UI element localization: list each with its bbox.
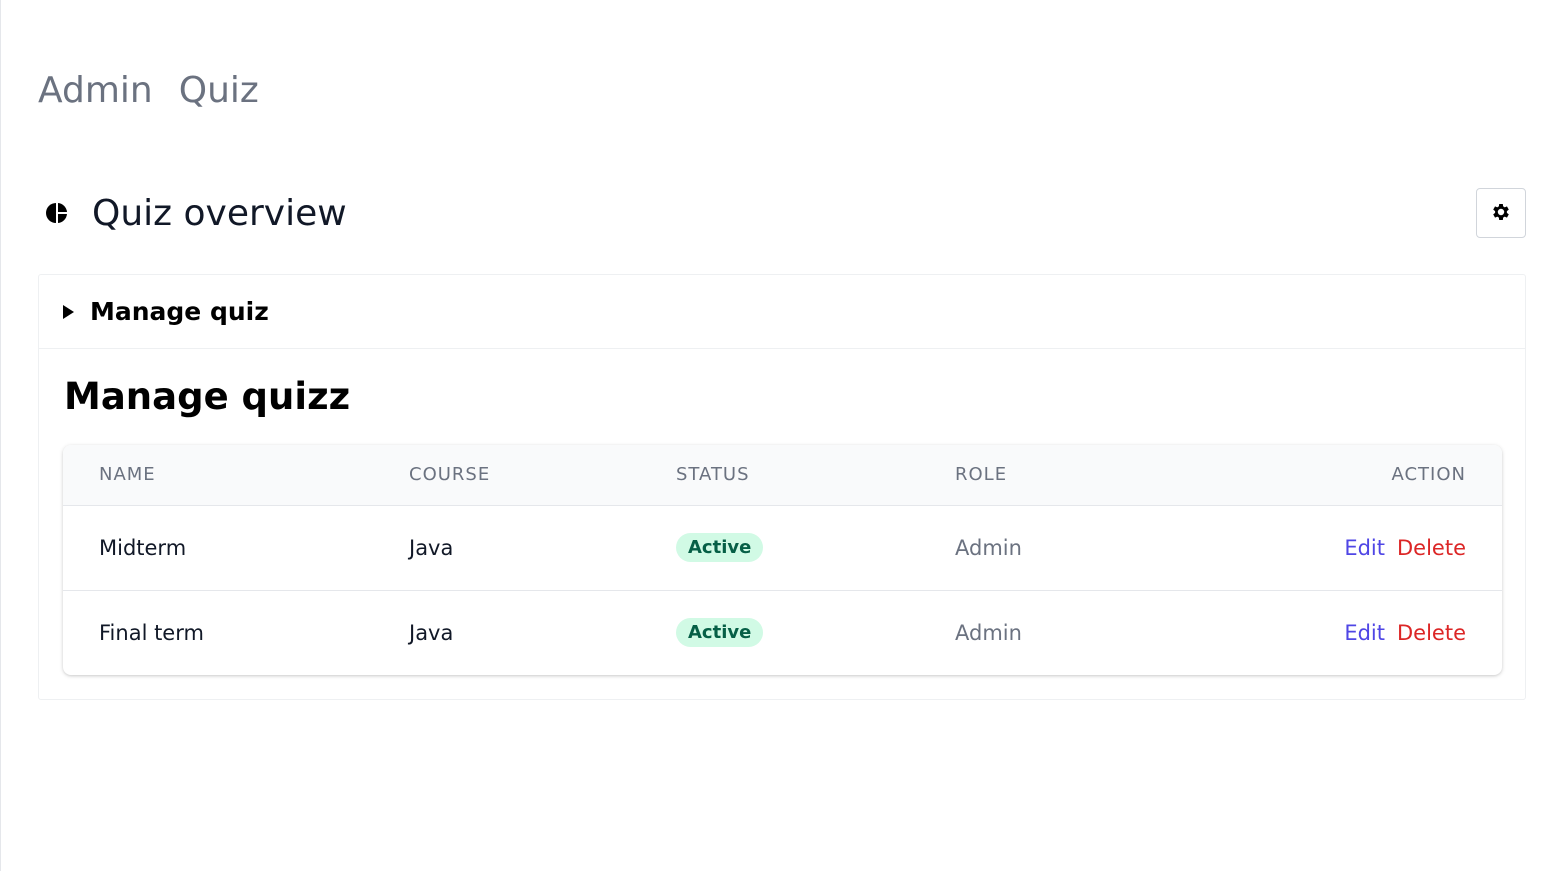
- edit-link[interactable]: Edit: [1344, 621, 1385, 645]
- quiz-name: Midterm: [99, 535, 187, 560]
- page: Admin Quiz Quiz overview Manage quiz Man…: [0, 0, 1561, 871]
- manage-quiz-toggle-label: Manage quiz: [90, 297, 269, 326]
- settings-button[interactable]: [1476, 188, 1526, 238]
- breadcrumb: Admin Quiz: [38, 70, 259, 111]
- column-header-name: NAME: [99, 464, 156, 486]
- status-badge: Active: [676, 618, 764, 648]
- quiz-role: Admin: [955, 535, 1022, 560]
- quiz-actions: Edit Delete: [1255, 590, 1502, 675]
- column-header-action: ACTION: [1391, 464, 1466, 486]
- quiz-table: NAME COURSE STATUS ROLE ACTION Midterm J…: [63, 445, 1502, 675]
- gear-icon: [1490, 201, 1512, 226]
- section-title: Manage quizz: [64, 375, 351, 418]
- column-header-role: ROLE: [955, 464, 1008, 486]
- manage-quiz-card: Manage quiz Manage quizz NAME COURSE STA…: [38, 274, 1526, 700]
- column-header-course: COURSE: [409, 464, 491, 486]
- breadcrumb-item-quiz[interactable]: Quiz: [179, 70, 259, 111]
- quiz-role: Admin: [955, 620, 1022, 645]
- quiz-status-cell: Active: [676, 590, 955, 675]
- page-header: Quiz overview: [38, 188, 1526, 238]
- pie-chart-icon: [38, 195, 74, 231]
- column-header-status: STATUS: [676, 464, 750, 486]
- table-row: Final term Java Active Admin Edit Delete: [63, 590, 1502, 675]
- caret-right-icon: [63, 304, 74, 319]
- quiz-course: Java: [409, 535, 454, 560]
- quiz-course: Java: [409, 620, 454, 645]
- quiz-status-cell: Active: [676, 505, 955, 590]
- status-badge: Active: [676, 533, 764, 562]
- quiz-name: Final term: [99, 620, 204, 645]
- page-title: Quiz overview: [92, 192, 347, 234]
- table-header-row: NAME COURSE STATUS ROLE ACTION: [63, 445, 1502, 505]
- delete-link[interactable]: Delete: [1397, 536, 1466, 560]
- manage-quiz-toggle[interactable]: Manage quiz: [39, 275, 1525, 349]
- table-row: Midterm Java Active Admin Edit Delete: [63, 505, 1502, 590]
- breadcrumb-item-admin[interactable]: Admin: [38, 70, 153, 111]
- delete-link[interactable]: Delete: [1397, 621, 1466, 645]
- edit-link[interactable]: Edit: [1344, 536, 1385, 560]
- quiz-actions: Edit Delete: [1255, 505, 1502, 590]
